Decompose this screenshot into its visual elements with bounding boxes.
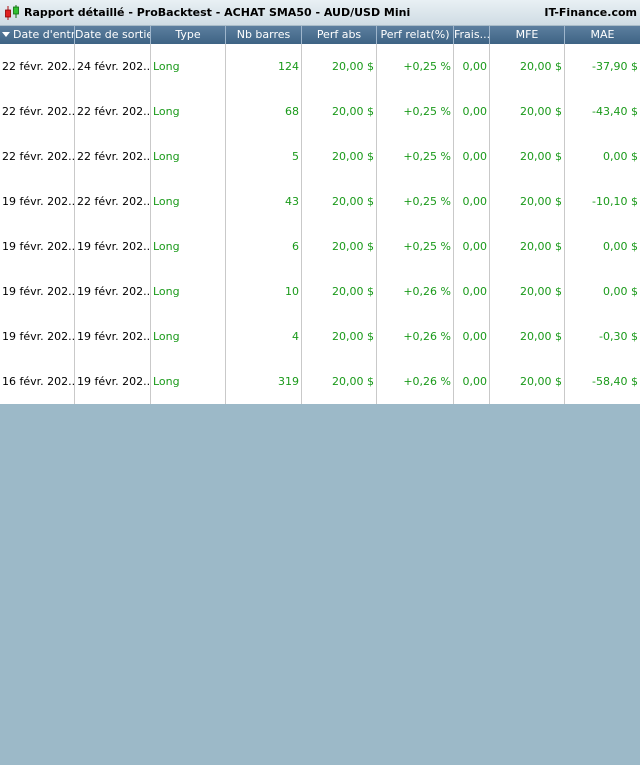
table-row[interactable]: 22 févr. 202... 22 févr. 202... Long 5 2…	[0, 134, 640, 179]
exit-date-cell: 22 févr. 202...	[75, 134, 151, 179]
bars-cell: 68	[226, 89, 302, 134]
type-cell: Long	[151, 89, 226, 134]
type-cell: Long	[151, 179, 226, 224]
table-row[interactable]: 16 févr. 202... 19 févr. 202... Long 319…	[0, 359, 640, 404]
brand-label: IT-Finance.com	[544, 6, 637, 19]
column-header-type[interactable]: Type	[151, 26, 226, 44]
bars-cell: 10	[226, 269, 302, 314]
table-row[interactable]: 19 févr. 202... 22 févr. 202... Long 43 …	[0, 179, 640, 224]
column-header-exit-date[interactable]: Date de sortie	[75, 26, 151, 44]
column-header-mae[interactable]: MAE	[565, 26, 640, 44]
mfe-cell: 20,00 $	[490, 359, 565, 404]
mae-cell: -58,40 $	[592, 375, 638, 388]
mfe-cell: 20,00 $	[490, 224, 565, 269]
perf-relat-cell: +0,25 %	[377, 179, 454, 224]
perf-relat-cell: +0,25 %	[377, 44, 454, 89]
sort-descending-icon	[2, 32, 10, 37]
perf-abs-cell: 20,00 $	[302, 224, 377, 269]
entry-date-cell: 22 févr. 202...	[0, 44, 75, 89]
table-header: Date d'entr... Date de sortie Type Nb ba…	[0, 26, 640, 44]
bars-cell: 124	[226, 44, 302, 89]
mfe-cell: 20,00 $	[490, 89, 565, 134]
exit-date-cell: 19 févr. 202...	[75, 359, 151, 404]
table-row[interactable]: 22 févr. 202... 22 févr. 202... Long 68 …	[0, 89, 640, 134]
fees-cell: 0,00	[454, 44, 490, 89]
entry-date-cell: 16 févr. 202...	[0, 359, 75, 404]
type-cell: Long	[151, 134, 226, 179]
type-cell: Long	[151, 359, 226, 404]
table-row[interactable]: 19 févr. 202... 19 févr. 202... Long 6 2…	[0, 224, 640, 269]
entry-date-cell: 19 févr. 202...	[0, 314, 75, 359]
table-row[interactable]: 19 févr. 202... 19 févr. 202... Long 4 2…	[0, 314, 640, 359]
entry-date-cell: 22 févr. 202...	[0, 134, 75, 179]
exit-date-cell: 19 févr. 202...	[75, 269, 151, 314]
perf-relat-cell: +0,25 %	[377, 89, 454, 134]
perf-abs-cell: 20,00 $	[302, 269, 377, 314]
column-header-fees[interactable]: Frais...	[454, 26, 490, 44]
perf-abs-cell: 20,00 $	[302, 359, 377, 404]
perf-abs-cell: 20,00 $	[302, 89, 377, 134]
mae-cell: 0,00 $	[603, 285, 638, 298]
entry-date-cell: 19 févr. 202...	[0, 224, 75, 269]
exit-date-cell: 22 févr. 202...	[75, 179, 151, 224]
candlestick-chart-icon	[3, 4, 21, 22]
perf-relat-cell: +0,25 %	[377, 134, 454, 179]
column-header-mfe[interactable]: MFE	[490, 26, 565, 44]
fees-cell: 0,00	[454, 359, 490, 404]
fees-cell: 0,00	[454, 179, 490, 224]
type-cell: Long	[151, 269, 226, 314]
trades-table: 22 févr. 202... 24 févr. 202... Long 124…	[0, 44, 640, 404]
fees-cell: 0,00	[454, 269, 490, 314]
bars-cell: 6	[226, 224, 302, 269]
mae-cell: -0,30 $	[599, 330, 638, 343]
entry-date-cell: 19 févr. 202...	[0, 269, 75, 314]
entry-date-cell: 22 févr. 202...	[0, 89, 75, 134]
perf-relat-cell: +0,26 %	[377, 359, 454, 404]
exit-date-cell: 24 févr. 202...	[75, 44, 151, 89]
perf-abs-cell: 20,00 $	[302, 44, 377, 89]
type-cell: Long	[151, 314, 226, 359]
exit-date-cell: 19 févr. 202...	[75, 314, 151, 359]
perf-abs-cell: 20,00 $	[302, 314, 377, 359]
mfe-cell: 20,00 $	[490, 134, 565, 179]
column-header-perf-abs[interactable]: Perf abs	[302, 26, 377, 44]
perf-abs-cell: 20,00 $	[302, 134, 377, 179]
bars-cell: 43	[226, 179, 302, 224]
column-header-bars[interactable]: Nb barres	[226, 26, 302, 44]
mfe-cell: 20,00 $	[490, 44, 565, 89]
mfe-cell: 20,00 $	[490, 314, 565, 359]
mfe-cell: 20,00 $	[490, 179, 565, 224]
type-cell: Long	[151, 224, 226, 269]
mae-cell: -37,90 $	[592, 60, 638, 73]
table-row[interactable]: 19 févr. 202... 19 févr. 202... Long 10 …	[0, 269, 640, 314]
perf-relat-cell: +0,26 %	[377, 269, 454, 314]
exit-date-cell: 19 févr. 202...	[75, 224, 151, 269]
exit-date-cell: 22 févr. 202...	[75, 89, 151, 134]
type-cell: Long	[151, 44, 226, 89]
bars-cell: 5	[226, 134, 302, 179]
entry-date-cell: 19 févr. 202...	[0, 179, 75, 224]
bars-cell: 319	[226, 359, 302, 404]
title-bar: Rapport détaillé - ProBacktest - ACHAT S…	[0, 0, 640, 26]
perf-abs-cell: 20,00 $	[302, 179, 377, 224]
column-header-entry-date[interactable]: Date d'entr...	[0, 26, 75, 44]
window-title: Rapport détaillé - ProBacktest - ACHAT S…	[24, 6, 411, 19]
mae-cell: 0,00 $	[603, 150, 638, 163]
mfe-cell: 20,00 $	[490, 269, 565, 314]
bars-cell: 4	[226, 314, 302, 359]
mae-cell: -43,40 $	[592, 105, 638, 118]
perf-relat-cell: +0,25 %	[377, 224, 454, 269]
fees-cell: 0,00	[454, 224, 490, 269]
mae-cell: 0,00 $	[603, 240, 638, 253]
fees-cell: 0,00	[454, 89, 490, 134]
column-header-perf-relat[interactable]: Perf relat(%)	[377, 26, 454, 44]
table-row[interactable]: 22 févr. 202... 24 févr. 202... Long 124…	[0, 44, 640, 89]
mae-cell: -10,10 $	[592, 195, 638, 208]
perf-relat-cell: +0,26 %	[377, 314, 454, 359]
fees-cell: 0,00	[454, 134, 490, 179]
fees-cell: 0,00	[454, 314, 490, 359]
